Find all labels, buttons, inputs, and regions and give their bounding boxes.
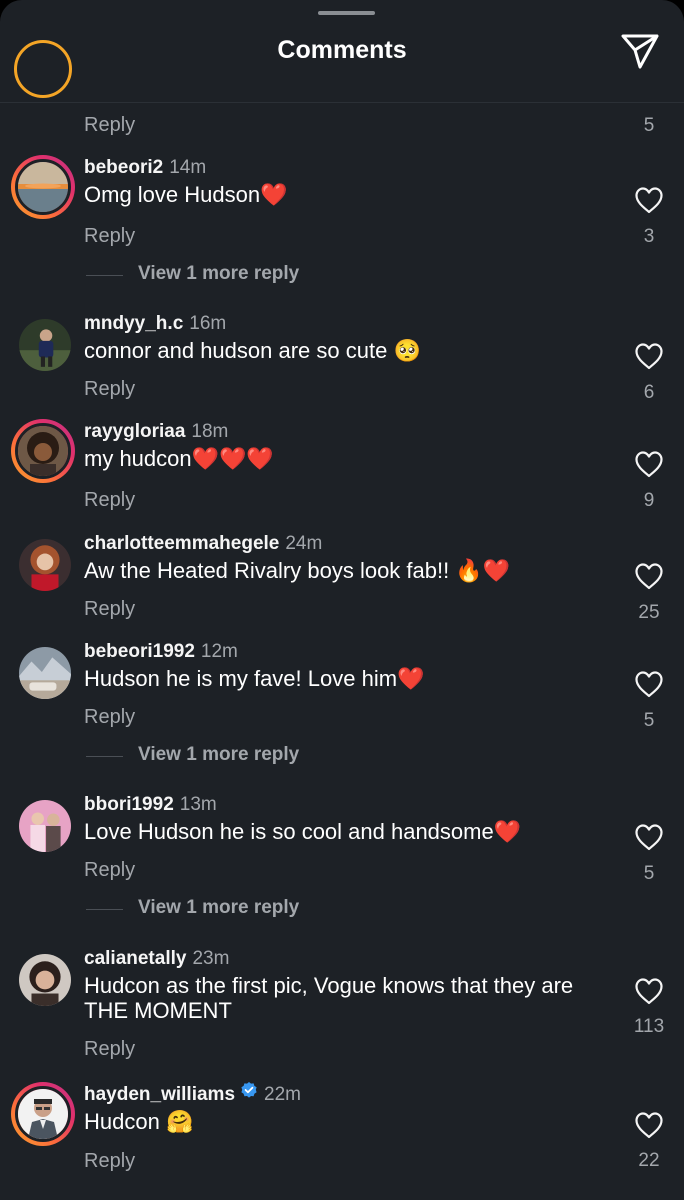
heart-outline-icon <box>635 1112 663 1139</box>
avatar[interactable] <box>19 319 71 371</box>
reply-button[interactable]: Reply <box>84 1150 135 1173</box>
timestamp: 18m <box>191 421 229 442</box>
like-count: 113 <box>633 1016 665 1037</box>
like-count: 5 <box>643 115 655 136</box>
timestamp: 22m <box>264 1084 301 1105</box>
timestamp: 23m <box>192 948 230 969</box>
heart-outline-icon <box>635 451 663 478</box>
like-button[interactable] <box>634 1111 664 1139</box>
username[interactable]: calianetally <box>84 948 186 969</box>
like-count: 9 <box>643 490 655 511</box>
like-button[interactable] <box>634 562 664 590</box>
username[interactable]: bbori1992 <box>84 794 174 815</box>
avatar-image <box>19 647 71 699</box>
avatar[interactable] <box>19 539 71 591</box>
avatar-image <box>18 162 68 212</box>
avatar-image <box>19 954 71 1006</box>
like-count: 3 <box>643 226 655 247</box>
reply-button[interactable]: Reply <box>84 378 135 401</box>
comment-text: my hudcon❤️❤️❤️ <box>84 446 274 471</box>
avatar-image <box>18 426 68 476</box>
avatar-image <box>18 1089 68 1139</box>
comment-text: Aw the Heated Rivalry boys look fab!! 🔥❤… <box>84 558 511 583</box>
like-count: 22 <box>638 1150 660 1171</box>
reply-button[interactable]: Reply <box>84 859 135 882</box>
username[interactable]: bebeori2 <box>84 157 163 178</box>
avatar[interactable] <box>19 647 71 699</box>
like-count: 25 <box>638 602 660 623</box>
reply-button[interactable]: Reply <box>84 225 135 248</box>
like-count: 5 <box>643 710 655 731</box>
avatar[interactable] <box>19 954 71 1006</box>
comment-text: Omg love Hudson❤️ <box>84 182 288 207</box>
like-button[interactable] <box>634 670 664 698</box>
drag-handle[interactable] <box>318 11 375 15</box>
bottom-edge <box>0 1186 684 1200</box>
page-title: Comments <box>277 36 407 64</box>
timestamp: 14m <box>169 157 207 178</box>
timestamp: 16m <box>189 313 227 334</box>
reply-button[interactable]: Reply <box>84 489 135 512</box>
comment-text: Hudcon 🤗 <box>84 1109 194 1134</box>
username[interactable]: rayygloriaa <box>84 421 185 442</box>
heart-outline-icon <box>635 671 663 698</box>
heart-outline-icon <box>635 343 663 370</box>
username[interactable]: mndyy_h.c <box>84 313 183 334</box>
avatar-image <box>19 800 71 852</box>
comment-text: connor and hudson are so cute 🥺 <box>84 338 421 363</box>
reply-button[interactable]: Reply <box>84 1038 135 1061</box>
avatar[interactable] <box>11 155 75 219</box>
like-count: 5 <box>643 863 655 884</box>
view-more-replies-label: View 1 more reply <box>138 263 300 284</box>
reply-thread-line <box>86 909 123 910</box>
reply-button[interactable]: Reply <box>84 598 135 621</box>
username[interactable]: hayden_williams <box>84 1084 235 1105</box>
comments-sheet: Comments Reply 5 bebeori2 14m Omg love Hu… <box>0 0 684 1200</box>
paper-plane-icon <box>621 34 659 69</box>
username[interactable]: charlotteemmahegele <box>84 533 279 554</box>
heart-outline-icon <box>635 187 663 214</box>
share-button[interactable] <box>619 30 661 72</box>
comment-text: Hudcon as the first pic, Vogue knows tha… <box>84 973 574 1023</box>
reply-button[interactable]: Reply <box>84 114 135 137</box>
timestamp: 24m <box>285 533 323 554</box>
reply-thread-line <box>86 756 123 757</box>
header-divider <box>0 102 684 103</box>
reply-button[interactable]: Reply <box>84 706 135 729</box>
timestamp: 13m <box>179 794 217 815</box>
timestamp: 12m <box>200 641 238 662</box>
like-button[interactable] <box>634 977 664 1005</box>
like-count: 6 <box>643 382 655 403</box>
username[interactable]: bebeori1992 <box>84 641 195 662</box>
like-button[interactable] <box>634 342 664 370</box>
comment-text: Hudson he is my fave! Love him❤️ <box>84 666 425 691</box>
avatar[interactable] <box>11 419 75 483</box>
verified-badge-icon <box>240 1081 258 1105</box>
view-more-replies-label: View 1 more reply <box>138 744 300 765</box>
avatar[interactable] <box>19 800 71 852</box>
comment-text: Love Hudson he is so cool and handsome❤️ <box>84 819 522 844</box>
heart-outline-icon <box>635 824 663 851</box>
avatar[interactable] <box>14 40 72 98</box>
like-button[interactable] <box>634 823 664 851</box>
avatar[interactable] <box>11 1082 75 1146</box>
heart-outline-icon <box>635 978 663 1005</box>
like-button[interactable] <box>634 186 664 214</box>
heart-outline-icon <box>635 563 663 590</box>
like-button[interactable] <box>634 450 664 478</box>
view-more-replies-label: View 1 more reply <box>138 897 300 918</box>
avatar-image <box>19 319 71 371</box>
avatar-image <box>19 539 71 591</box>
reply-thread-line <box>86 275 123 276</box>
